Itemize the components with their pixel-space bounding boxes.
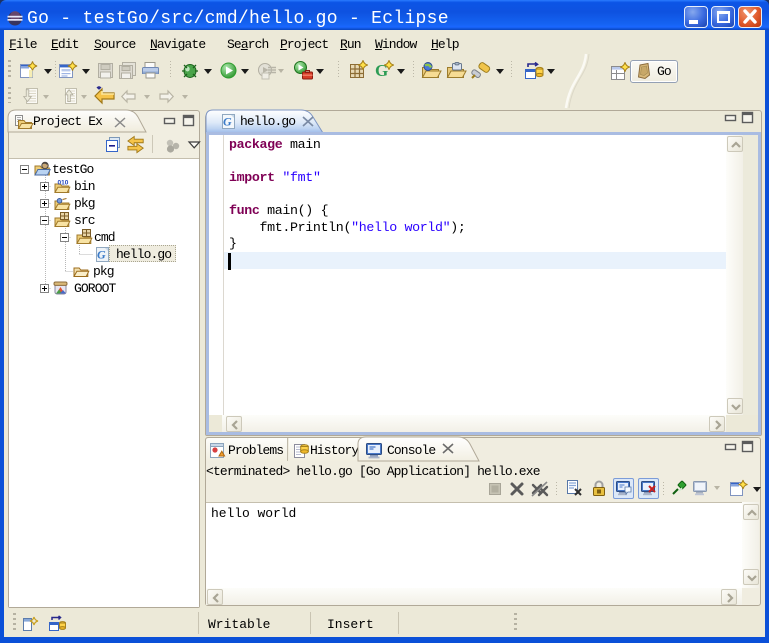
svg-text:G: G <box>223 115 232 129</box>
svg-text:010: 010 <box>58 180 69 187</box>
svg-text:G: G <box>97 248 106 262</box>
